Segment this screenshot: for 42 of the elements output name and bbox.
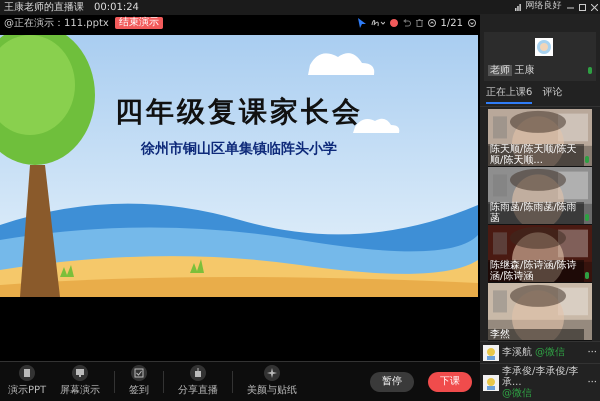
participant-name: 陈天顺/陈天顺/陈天顺/陈天顺... — [488, 144, 584, 166]
avatar-icon — [535, 38, 553, 56]
end-class-button[interactable]: 下课 — [428, 372, 472, 392]
page-counter: 1/21 — [440, 16, 463, 30]
signal-icon — [514, 4, 520, 11]
more-button[interactable]: ··· — [587, 375, 597, 390]
participant-name: 李然 — [488, 329, 584, 340]
toolbar-button[interactable]: 演示PPT — [8, 365, 46, 398]
network-status: 网络良好 — [526, 0, 562, 14]
toolbar-button[interactable]: 美颜与贴纸 — [247, 365, 298, 398]
more-button[interactable]: ··· — [587, 345, 597, 360]
source-label: @微信 — [535, 347, 565, 358]
next-page-icon[interactable] — [468, 19, 476, 27]
role-tag: 老师 — [488, 65, 512, 76]
mic-icon — [588, 67, 592, 74]
avatar-icon — [483, 344, 499, 360]
participant-name: 陈继森/陈诗涵/陈诗涵/陈诗涵 — [488, 260, 584, 282]
trash-icon[interactable] — [416, 19, 423, 27]
viewer-name: 李溪航 — [502, 347, 532, 358]
maximize-icon[interactable] — [578, 4, 586, 11]
slide-title: 四年级复课家长会 — [115, 94, 363, 130]
toolbar-button[interactable]: 签到 — [129, 365, 150, 398]
undo-icon[interactable] — [402, 19, 411, 27]
pointer-icon[interactable] — [358, 18, 366, 28]
pause-button[interactable]: 暂停 — [370, 372, 414, 392]
record-icon[interactable] — [390, 19, 398, 27]
teacher-name: 王康 — [514, 64, 534, 78]
pen-icon[interactable] — [370, 19, 385, 27]
close-icon[interactable] — [590, 4, 598, 11]
toolbar-button[interactable]: 屏幕演示 — [60, 365, 100, 398]
panel-tab[interactable]: 正在上课6 — [486, 85, 532, 104]
presenting-file: @正在演示：111.pptx — [4, 16, 109, 30]
avatar-icon — [483, 374, 499, 390]
viewer-name: 李承俊/李承俊/李承... — [502, 366, 580, 388]
slide-subtitle: 徐州市铜山区单集镇临阵头小学 — [141, 140, 337, 159]
source-label: @微信 — [502, 388, 532, 399]
live-timer: 00:01:24 — [94, 1, 139, 15]
toolbar-button[interactable]: 分享直播 — [178, 365, 218, 398]
window-title: 王康老师的直播课 — [4, 0, 84, 15]
participant-name: 陈雨菡/陈雨菡/陈雨菡 — [488, 202, 584, 224]
previous-page-icon[interactable] — [428, 19, 436, 27]
panel-tab[interactable]: 评论 — [542, 85, 562, 104]
